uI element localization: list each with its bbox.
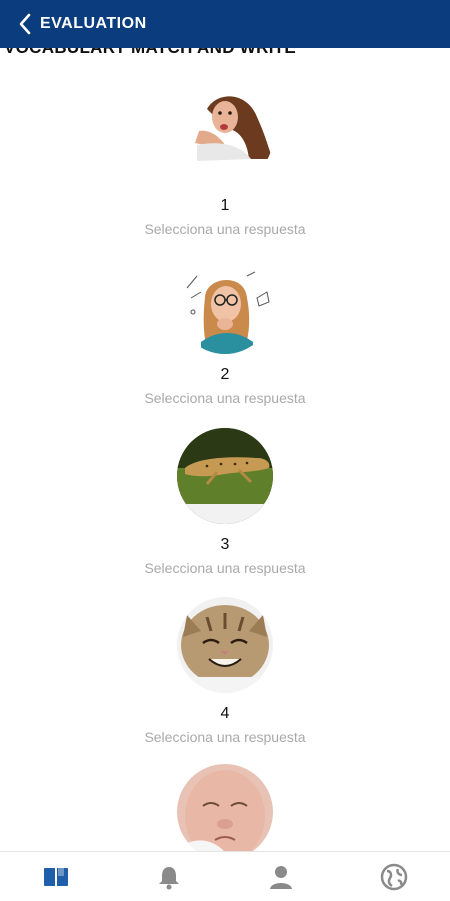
section-title: VOCABULARY MATCH AND WRITE	[4, 48, 296, 58]
book-icon	[43, 866, 69, 888]
item-number: 1	[0, 197, 450, 215]
page-title: EVALUATION	[40, 15, 147, 33]
bell-icon	[157, 864, 181, 890]
item-number: 3	[0, 536, 450, 554]
back-button[interactable]	[14, 0, 36, 48]
list-item[interactable]: 3 Selecciona una respuesta	[0, 428, 450, 576]
globe-icon	[380, 863, 408, 891]
list-item[interactable]	[0, 764, 450, 851]
tab-lessons[interactable]	[0, 852, 113, 901]
answer-hint[interactable]: Selecciona una respuesta	[0, 560, 450, 576]
user-icon	[269, 864, 293, 890]
item-image[interactable]	[177, 258, 273, 354]
item-number: 4	[0, 705, 450, 723]
bottom-navigation	[0, 851, 450, 901]
answer-hint[interactable]: Selecciona una respuesta	[0, 729, 450, 745]
item-number: 2	[0, 366, 450, 384]
item-image[interactable]	[177, 89, 273, 185]
tab-language[interactable]	[338, 852, 450, 901]
tab-profile[interactable]	[225, 852, 338, 901]
item-image[interactable]	[177, 597, 273, 693]
top-app-bar: EVALUATION	[0, 0, 450, 48]
item-image[interactable]	[177, 428, 273, 524]
question-list[interactable]: VOCABULARY MATCH AND WRITE 1 Selecciona …	[0, 48, 450, 851]
chevron-left-icon	[18, 13, 32, 35]
list-item[interactable]: 2 Selecciona una respuesta	[0, 258, 450, 406]
tab-notifications[interactable]	[113, 852, 226, 901]
item-image[interactable]	[177, 764, 273, 851]
answer-hint[interactable]: Selecciona una respuesta	[0, 221, 450, 237]
list-item[interactable]: 1 Selecciona una respuesta	[0, 89, 450, 237]
list-item[interactable]: 4 Selecciona una respuesta	[0, 597, 450, 745]
answer-hint[interactable]: Selecciona una respuesta	[0, 390, 450, 406]
